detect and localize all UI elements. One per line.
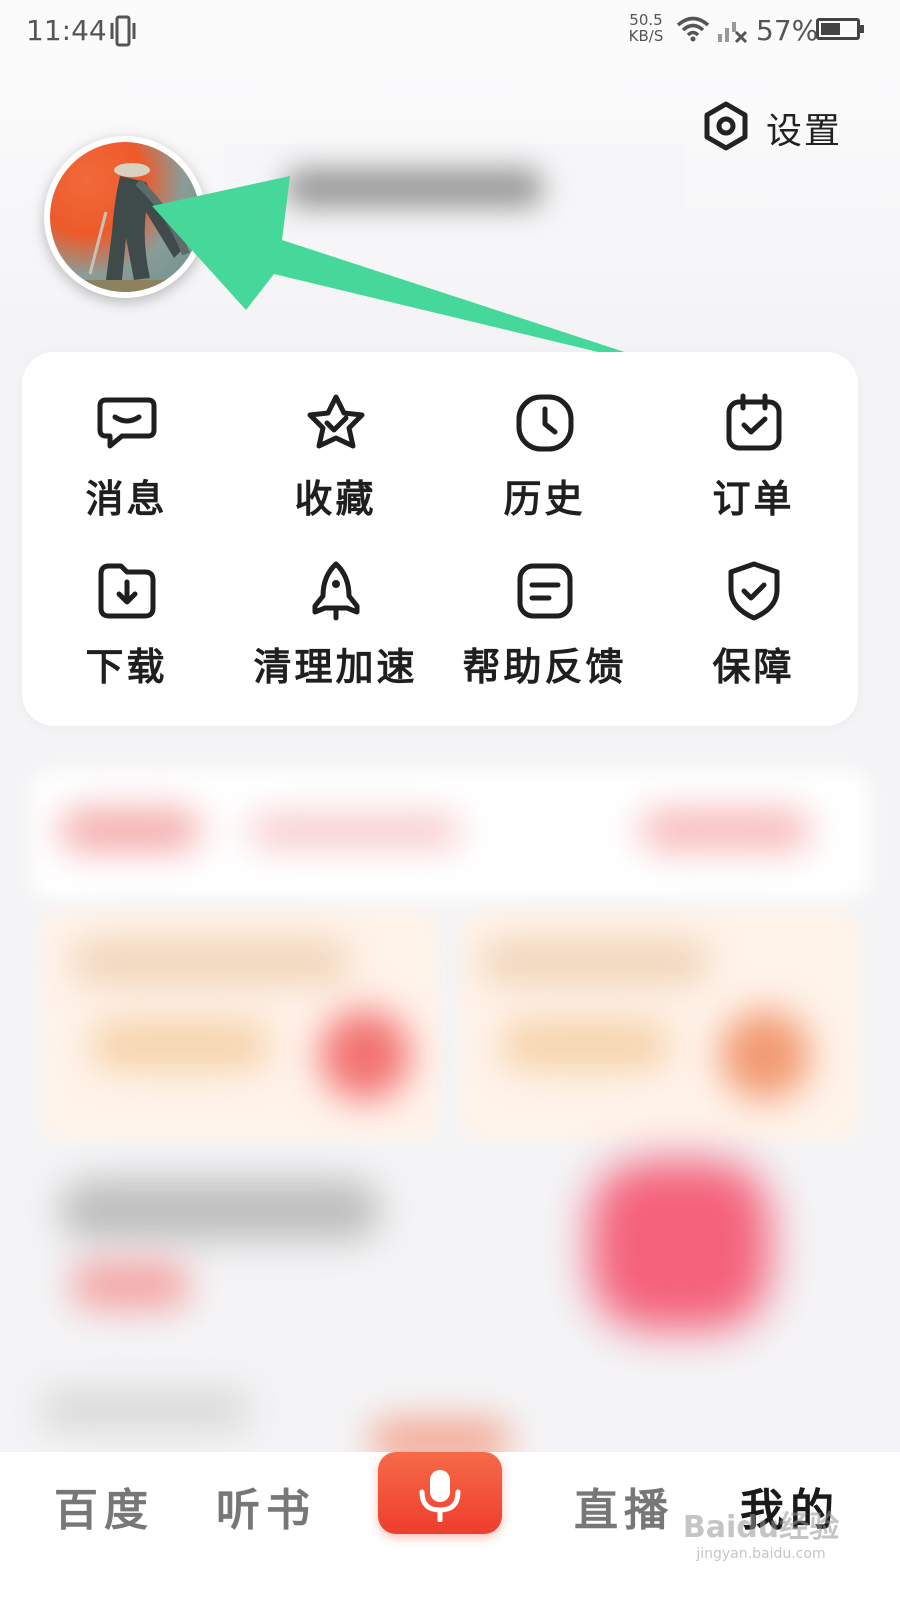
shield-check-icon — [728, 561, 779, 621]
grid-label: 收藏 — [294, 477, 377, 521]
nav-item-audiobooks[interactable]: 听书 — [216, 1474, 316, 1538]
watermark-main: Baidu经验 — [682, 1510, 840, 1545]
network-speed: 50.5 KB/S — [624, 12, 668, 44]
battery-level — [821, 23, 841, 35]
vibrate-icon — [108, 14, 138, 52]
blurred-badge — [320, 1010, 410, 1100]
settings-label: 设置 — [766, 111, 843, 152]
grid-label: 下载 — [85, 645, 168, 689]
settings-button[interactable]: 设置 — [700, 100, 842, 156]
grid-item-feedback[interactable]: 帮助反馈 — [440, 560, 649, 720]
blurred-badge — [720, 1010, 810, 1100]
microphone-icon — [419, 1470, 461, 1522]
blurred-text — [90, 1020, 270, 1070]
grid-item-protection[interactable]: 保障 — [649, 560, 858, 720]
status-bar: 11:44 50.5 KB/S 57% — [0, 0, 900, 64]
download-icon — [98, 563, 155, 619]
clock-icon — [516, 394, 573, 452]
grid-label: 清理加速 — [253, 645, 418, 689]
nav-item-live[interactable]: 直播 — [574, 1474, 674, 1538]
grid-label: 历史 — [503, 477, 586, 521]
blurred-content — [0, 740, 900, 1460]
grid-item-messages[interactable]: 消息 — [22, 392, 231, 552]
hexagon-settings-icon — [700, 100, 752, 156]
grid-label: 保障 — [712, 645, 795, 689]
grid-item-cleanup[interactable]: 清理加速 — [231, 560, 440, 720]
blurred-text — [60, 1180, 380, 1240]
status-time: 11:44 — [26, 14, 107, 47]
grid-item-orders[interactable]: 订单 — [649, 392, 858, 552]
blurred-text — [480, 940, 710, 984]
message-icon — [97, 397, 156, 449]
signal-icon — [716, 14, 748, 48]
grid-label: 订单 — [712, 477, 795, 521]
wifi-icon — [676, 16, 710, 46]
blurred-text — [70, 1260, 190, 1310]
battery-icon — [816, 18, 864, 40]
battery-percent: 57% — [756, 14, 819, 47]
network-speed-unit: KB/S — [628, 27, 664, 45]
function-grid: 消息 收藏 历史 订单 下载 清理加速 帮助反馈 保障 — [22, 352, 858, 726]
grid-item-downloads[interactable]: 下载 — [22, 560, 231, 720]
blurred-text — [60, 810, 200, 850]
blurred-text — [70, 940, 350, 984]
blurred-text — [500, 1020, 670, 1070]
star-icon — [307, 394, 364, 449]
voice-search-button[interactable] — [378, 1452, 502, 1534]
grid-item-history[interactable]: 历史 — [440, 392, 649, 552]
watermark: Baidu经验 jingyan.baidu.com — [676, 1502, 846, 1562]
nav-item-baidu[interactable]: 百度 — [54, 1474, 154, 1538]
blurred-text — [640, 810, 810, 850]
rocket-icon — [312, 561, 359, 621]
blurred-text — [40, 1390, 250, 1430]
network-speed-value: 50.5 — [629, 11, 663, 29]
calendar-check-icon — [726, 393, 781, 451]
watermark-url: jingyan.baidu.com — [696, 1546, 826, 1562]
blurred-text — [250, 816, 460, 846]
feedback-icon — [517, 563, 572, 619]
grid-label: 消息 — [85, 477, 168, 521]
blurred-image — [590, 1160, 770, 1330]
grid-label: 帮助反馈 — [462, 645, 627, 689]
grid-item-favorites[interactable]: 收藏 — [231, 392, 440, 552]
